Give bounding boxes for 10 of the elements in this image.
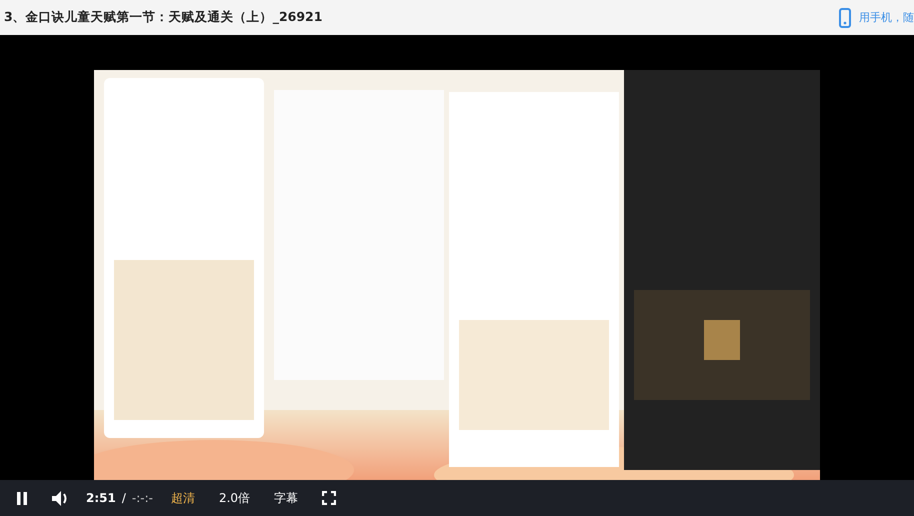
phone-icon — [839, 8, 851, 28]
pause-button[interactable] — [16, 492, 28, 504]
player-option-button[interactable]: 超清 — [170, 490, 195, 506]
current-time: 2:51 — [86, 491, 116, 505]
total-time: -:-:- — [132, 491, 153, 505]
time-separator: / — [122, 491, 126, 505]
fullscreen-icon[interactable] — [322, 491, 336, 505]
player-option-button[interactable]: 字幕 — [274, 490, 298, 506]
video-title: 3、金口诀儿童天赋第一节：天赋及通关（上）_26921 — [4, 9, 322, 26]
player-option-button[interactable]: 2.0倍 — [218, 490, 250, 506]
